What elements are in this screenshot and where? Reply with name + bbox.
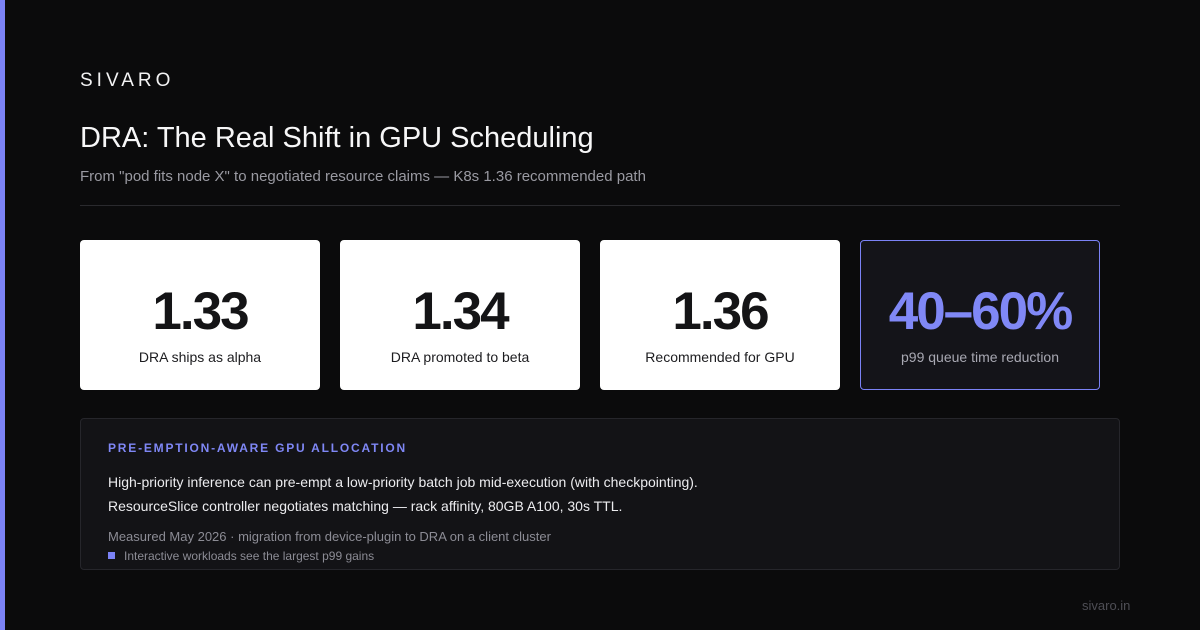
stat-label: p99 queue time reduction	[901, 349, 1059, 365]
brand-wordmark: SIVARO	[80, 70, 175, 91]
panel-footnote: Interactive workloads see the largest p9…	[108, 549, 374, 563]
stat-card-recommended: 1.36 Recommended for GPU	[600, 240, 840, 390]
panel-footnote-text: Interactive workloads see the largest p9…	[124, 549, 375, 563]
page-title: DRA: The Real Shift in GPU Scheduling	[80, 122, 594, 154]
square-bullet-icon	[108, 552, 115, 559]
panel-measurement-note: Measured May 2026 · migration from devic…	[108, 529, 551, 544]
stat-value: 1.36	[672, 282, 769, 341]
stat-value: 1.34	[412, 282, 509, 341]
stat-value: 1.33	[152, 282, 249, 341]
page-subtitle: From "pod fits node X" to negotiated res…	[80, 168, 646, 185]
panel-heading: PRE-EMPTION-AWARE GPU ALLOCATION	[108, 441, 407, 455]
stat-card-highlight: 40–60% p99 queue time reduction	[860, 240, 1100, 390]
footer-url: sivaro.in	[1082, 598, 1131, 613]
allocation-panel: PRE-EMPTION-AWARE GPU ALLOCATION High-pr…	[80, 418, 1120, 570]
stat-value: 40–60%	[888, 282, 1074, 341]
header-divider	[80, 205, 1120, 206]
stat-card-alpha: 1.33 DRA ships as alpha	[80, 240, 320, 390]
stat-label: DRA promoted to beta	[390, 349, 530, 365]
stat-label: DRA ships as alpha	[138, 349, 262, 365]
panel-body-line: ResourceSlice controller negotiates matc…	[108, 498, 623, 514]
left-accent-bar	[0, 0, 5, 630]
panel-body-line: High-priority inference can pre-empt a l…	[108, 474, 698, 490]
stat-label: Recommended for GPU	[645, 349, 795, 365]
stat-card-beta: 1.34 DRA promoted to beta	[340, 240, 580, 390]
